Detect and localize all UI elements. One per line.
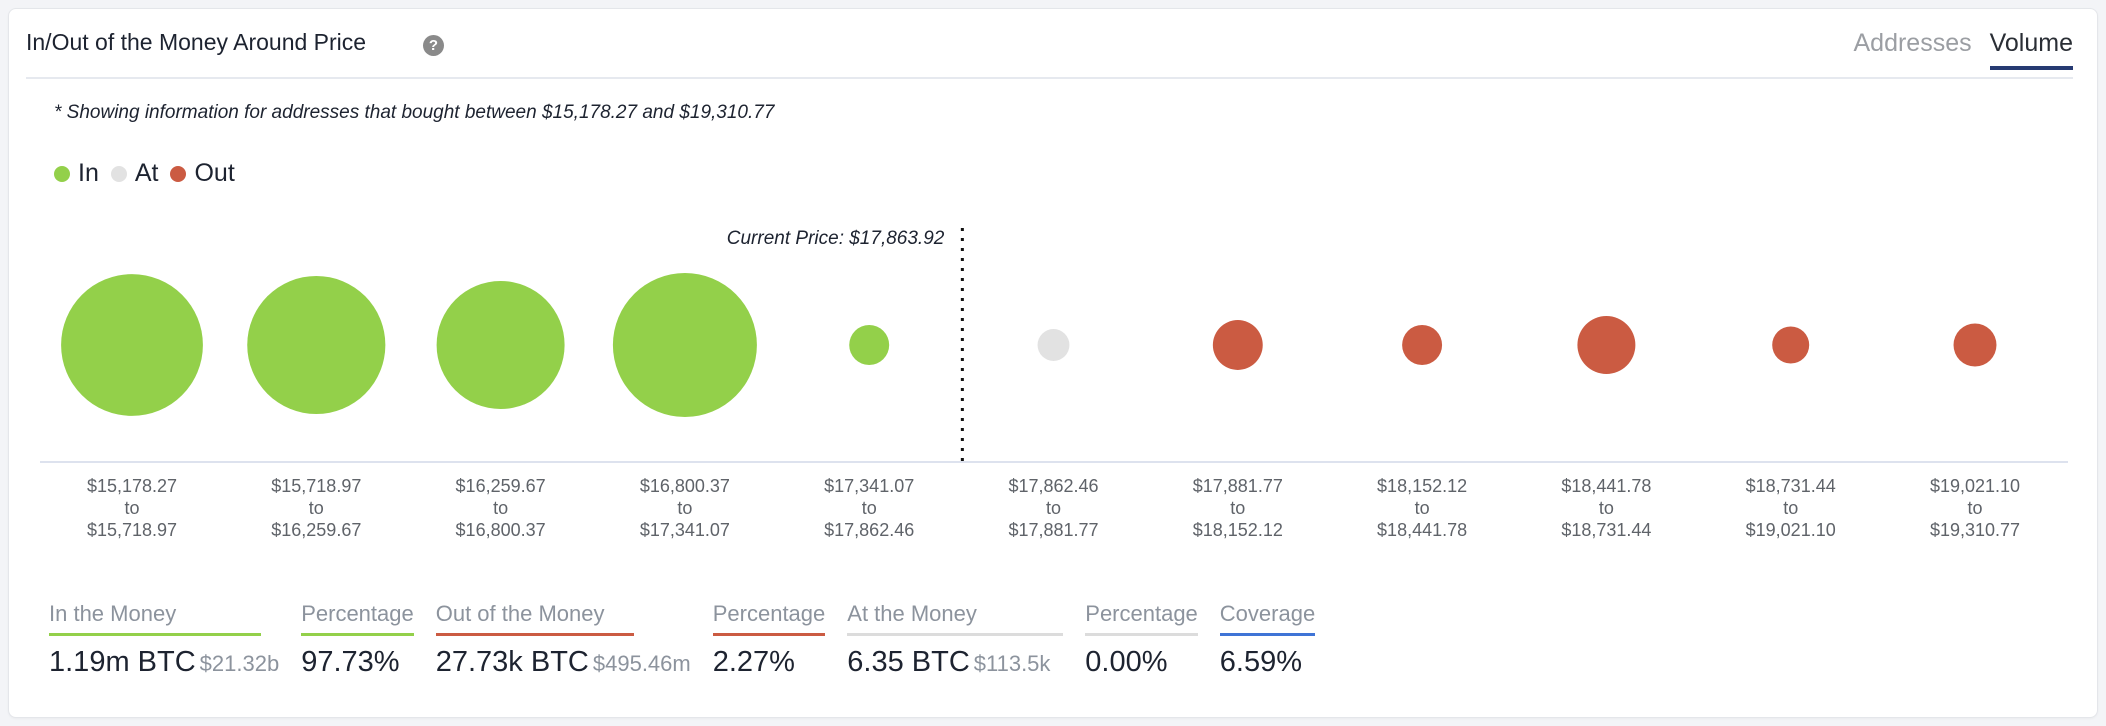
tick-label: to xyxy=(1230,498,1245,518)
tick-label: $16,800.37 xyxy=(640,476,730,496)
bubble-out[interactable] xyxy=(1212,320,1263,370)
stat-value: 1.19m BTC xyxy=(49,646,196,678)
tick-label: $15,178.27 xyxy=(87,476,177,496)
stat-value: 6.35 BTC xyxy=(847,646,970,678)
tick-label: $17,881.77 xyxy=(1193,476,1283,496)
tick-label: to xyxy=(124,498,139,518)
stat-label: In the Money xyxy=(49,601,261,636)
stat-label: Coverage xyxy=(1219,601,1316,636)
tick-label: $18,731.44 xyxy=(1746,476,1836,496)
bubble-in[interactable] xyxy=(436,281,565,409)
stat-coverage: Coverage 6.59% xyxy=(1219,601,1316,679)
tick-label: to xyxy=(1783,498,1798,518)
tick-label: $18,441.78 xyxy=(1377,520,1467,540)
tick-label: to xyxy=(1415,498,1430,518)
stat-label: Out of the Money xyxy=(435,601,634,636)
stat-at-percentage: Percentage 0.00% xyxy=(1085,601,1198,679)
bubble-in[interactable] xyxy=(849,325,890,365)
tick-label: to xyxy=(309,498,324,518)
tick-label: $18,152.12 xyxy=(1193,520,1283,540)
tick-label: $17,862.46 xyxy=(824,520,914,540)
tick-label: $18,731.44 xyxy=(1561,520,1651,540)
tick-label: $19,310.77 xyxy=(1930,520,2020,540)
stat-value: 6.59% xyxy=(1219,646,1303,678)
stat-at-the-money: At the Money 6.35 BTC $113.5k xyxy=(847,601,1064,679)
stat-value: 0.00% xyxy=(1085,646,1168,678)
tick-label: $16,259.67 xyxy=(271,520,361,540)
stat-label: Percentage xyxy=(1085,601,1198,636)
stat-usd-value: $495.46m xyxy=(592,651,691,676)
tick-label: $19,021.10 xyxy=(1746,520,1836,540)
tick-label: to xyxy=(677,498,692,518)
bubble-in[interactable] xyxy=(61,274,203,416)
summary-stats: In the Money 1.19m BTC $21.32b Percentage… xyxy=(49,601,1337,679)
bubble-at[interactable] xyxy=(1037,329,1070,361)
bubble-in[interactable] xyxy=(247,275,386,415)
stat-value: 97.73% xyxy=(301,646,400,678)
tick-label: $15,718.97 xyxy=(271,476,361,496)
stat-label: Percentage xyxy=(712,601,826,636)
tick-label: to xyxy=(1967,498,1982,518)
stat-in-percentage: Percentage 97.73% xyxy=(301,601,414,679)
stat-label: At the Money xyxy=(847,601,1064,636)
tick-label: to xyxy=(1046,498,1061,518)
tick-label: $19,021.10 xyxy=(1930,476,2020,496)
tick-label: $17,341.07 xyxy=(824,476,914,496)
bubble-out[interactable] xyxy=(1953,323,1997,367)
tick-label: to xyxy=(1599,498,1614,518)
tick-label: to xyxy=(493,498,508,518)
stat-value: 2.27% xyxy=(712,646,795,678)
bubble-chart: Current Price: $17,863.92$15,178.27to$15… xyxy=(40,228,2068,540)
tick-label: $17,881.77 xyxy=(1008,520,1098,540)
bubble-out[interactable] xyxy=(1402,325,1443,365)
stat-in-the-money: In the Money 1.19m BTC $21.32b xyxy=(49,601,279,679)
tick-label: $16,800.37 xyxy=(456,520,546,540)
tick-label: $17,862.46 xyxy=(1008,476,1098,496)
stat-out-percentage: Percentage 2.27% xyxy=(712,601,826,679)
tick-label: to xyxy=(862,498,877,518)
bubble-in[interactable] xyxy=(612,273,757,417)
tick-label: $17,341.07 xyxy=(640,520,730,540)
bubble-out[interactable] xyxy=(1772,326,1810,364)
stat-usd-value: $113.5k xyxy=(973,651,1051,676)
stat-out-of-the-money: Out of the Money 27.73k BTC $495.46m xyxy=(435,601,691,679)
tick-label: $16,259.67 xyxy=(456,476,546,496)
tick-label: $18,441.78 xyxy=(1561,476,1651,496)
stat-label: Percentage xyxy=(301,601,414,636)
tick-label: $18,152.12 xyxy=(1377,476,1467,496)
tick-label: $15,718.97 xyxy=(87,520,177,540)
stat-value: 27.73k BTC xyxy=(435,646,589,678)
stat-usd-value: $21.32b xyxy=(199,651,280,676)
current-price-label: Current Price: $17,863.92 xyxy=(727,228,945,249)
bubble-out[interactable] xyxy=(1577,316,1636,374)
